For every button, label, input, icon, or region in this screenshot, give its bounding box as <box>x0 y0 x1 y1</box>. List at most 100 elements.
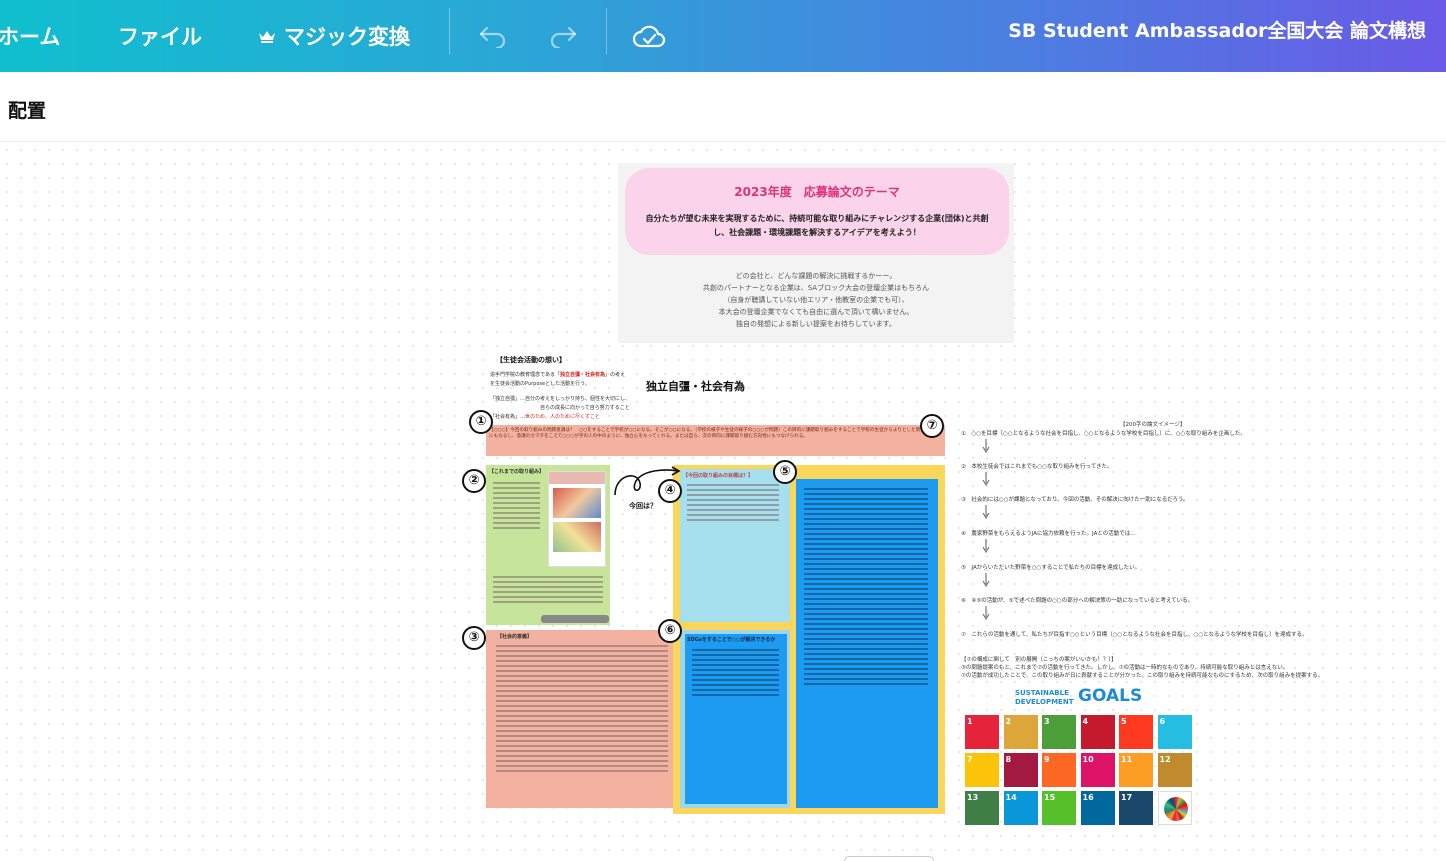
file-menu[interactable]: ファイル <box>118 0 202 72</box>
sdg-logo-line2: DEVELOPMENT <box>1015 698 1074 706</box>
arrange-button[interactable]: 配置 <box>8 96 46 123</box>
definition-red: 世のため、人のために尽くすこと <box>525 414 601 420</box>
secondary-toolbar: 配置 <box>0 72 1446 142</box>
arrow-down-icon <box>982 606 990 620</box>
motto-text: 独立自彊・社会有為 <box>646 380 745 393</box>
outline-step: ① ○○を目標（○○となるような社会を目指し、○○となるような学校を目指し）に、… <box>961 431 1246 437</box>
definition-line: 「独立自彊」…自分の考えをしっかり持ち、個性を大切にし、 <box>490 396 631 402</box>
theme-body-line: 共創のパートナーとなる企業は、SAブロック大会の登壇企業はもちろん <box>702 284 930 292</box>
theme-card[interactable]: 2023年度 応募論文のテーマ 自分たちが望む未来を実現するために、持続可能な取… <box>618 163 1014 343</box>
outline-step: ④ 農家野菜をもらえるようJAに協力依頼を行った。JAとの活動では… <box>961 531 1136 537</box>
poster-photo <box>553 522 601 552</box>
outline-step: ⑦ これらの活動を通して、私たちが目指す○○という目標（○○となるような社会を目… <box>961 632 1308 638</box>
sdg-goal-number: 16 <box>1082 793 1094 802</box>
sdg-goal-tile: 14 <box>1003 791 1038 825</box>
marker-1: ① <box>469 410 493 434</box>
sdg-goal-tile: 13 <box>965 791 999 825</box>
marker-7: ⑦ <box>920 414 944 438</box>
undo-button[interactable] <box>478 0 508 72</box>
magic-switch-label: マジック変換 <box>284 25 410 49</box>
outline-note: ⑤の問題提案のもと、これまで⑦の活動を行ってきた。しかし、⑦の活動は一時的なもの… <box>961 665 1289 671</box>
sdg-goal-tile: 6 <box>1157 715 1192 749</box>
theme-body-line: 本大会の登壇企業でなくても自由に選んで頂いて構いません。 <box>718 308 914 316</box>
theme-body-line: （自身が聴講していない他エリア・他教室の企業でも可）、 <box>723 296 909 304</box>
sdg-goal-number: 11 <box>1121 755 1133 764</box>
sdg-goal-tile: 9 <box>1042 753 1076 787</box>
link-chip[interactable] <box>541 615 609 623</box>
sdg-goal-tile: 10 <box>1080 753 1115 787</box>
theme-body-line: どの会社と、どんな課題の解決に挑戦するかーー。 <box>735 272 897 280</box>
sdg-goal-number: 12 <box>1159 755 1171 764</box>
undo-icon <box>479 26 506 48</box>
intro-line-part: 追手門学院の教育理念である「 <box>490 372 560 378</box>
marker-3: ③ <box>462 626 486 650</box>
sdg-goal-number: 14 <box>1005 793 1017 802</box>
block-social-significance[interactable]: 【社会的意義】 <box>486 630 684 808</box>
block-social-title: 【社会的意義】 <box>497 634 533 640</box>
sdg-goal-number: 17 <box>1121 793 1133 802</box>
outline-step: ② 本校生徒会ではこれまでも○○な取り組みを行ってきた。 <box>961 464 1113 470</box>
text-placeholder <box>489 479 544 532</box>
arrow-down-icon <box>982 439 990 453</box>
outline-step: ③ 社会的には○○が課題となっており、今回の活動、その解決に向けた一助になるだろ… <box>961 497 1189 503</box>
magic-switch-button[interactable]: マジック変換 <box>258 0 410 72</box>
redo-button[interactable] <box>548 0 578 72</box>
sdg-goal-tile: 16 <box>1080 791 1115 825</box>
today-label: 今回は？ <box>629 502 657 510</box>
sdg-goal-number: 1 <box>967 717 973 726</box>
divider <box>606 8 607 54</box>
sdg-goal-number: 13 <box>967 793 979 802</box>
essay-outline-title: 【200字の論文イメージ】 <box>1120 422 1186 428</box>
block-past-activities[interactable]: 【これまでの取り組み】 <box>486 465 610 625</box>
sdg-goal-tile: 8 <box>1003 753 1038 787</box>
marker-6: ⑥ <box>658 619 682 643</box>
sdg-goal-number: 6 <box>1159 717 1166 726</box>
theme-text: 自分たちが望む未来を実現するために、持続可能な取り組みにチャレンジする企業(団体… <box>645 214 989 237</box>
outline-step: ⑥ ④⑤の活動が、⑤で述べた問題の○○の部分への解決策の一助になっていると考えて… <box>961 598 1194 604</box>
document-title[interactable]: SB Student Ambassador全国大会 論文構想 <box>1008 0 1426 58</box>
sdg-goal-tile: 3 <box>1042 715 1076 749</box>
block-problem[interactable]: 【○○○】今回の取り組みの問題意識は？ ○○をすることで学校が○○になる。そこが… <box>486 425 945 456</box>
sdg-goal-number: 3 <box>1044 717 1050 726</box>
sdg-goal-tile: 17 <box>1119 791 1153 825</box>
text-placeholder <box>683 481 783 524</box>
arrow-down-icon <box>982 539 990 553</box>
top-toolbar: ホーム ファイル マジック変換 SB Student Ambassador全国大… <box>0 0 1446 72</box>
design-canvas[interactable]: 2023年度 応募論文のテーマ 自分たちが望む未来を実現するために、持続可能な取… <box>0 143 1446 861</box>
definition-line: 自らの成長に向かって自ら努力すること <box>540 405 630 411</box>
poster-image <box>548 471 606 567</box>
sdg-goal-tile: 7 <box>965 753 999 787</box>
text-placeholder <box>489 573 607 606</box>
intro-line-part: 」の考え <box>604 372 625 378</box>
sdg-goal-tile: 5 <box>1119 715 1153 749</box>
sdg-goal-tile <box>1157 791 1192 825</box>
block-plan[interactable] <box>796 479 938 808</box>
sdg-goal-number: 9 <box>1044 755 1050 764</box>
block-sdg-solve[interactable]: SDGsをすることで○○が解決できるか <box>685 634 787 804</box>
marker-2: ② <box>462 469 486 493</box>
sdg-goal-number: 2 <box>1005 717 1012 726</box>
sdg-logo-goals: GOALS <box>1078 686 1143 706</box>
redo-icon <box>550 26 577 48</box>
block-goal[interactable]: 【今回の取り組みの目標は？】 <box>680 469 790 622</box>
canvas-scroll-handle[interactable] <box>844 856 934 861</box>
sdg-goal-tile: 11 <box>1119 753 1153 787</box>
home-menu[interactable]: ホーム <box>0 0 60 72</box>
text-placeholder <box>492 642 672 775</box>
intro-line-red: 独立自彊・社会有為 <box>559 372 605 378</box>
text-placeholder <box>688 646 783 699</box>
intro-line: 追手門学院の教育理念である「独立自彊・社会有為」の考え <box>490 371 670 378</box>
sdg-goal-tile: 4 <box>1080 715 1115 749</box>
sdg-goal-number: 7 <box>967 755 973 764</box>
sdg-goal-number: 8 <box>1005 755 1012 764</box>
sdg-goal-tile: 15 <box>1042 791 1076 825</box>
theme-pill: 2023年度 応募論文のテーマ 自分たちが望む未来を実現するために、持続可能な取… <box>625 168 1009 255</box>
save-status-button[interactable] <box>632 0 666 72</box>
block-sdg-title: SDGsをすることで○○が解決できるか <box>687 637 776 643</box>
outline-note: ⑦の活動が成功したことで、この取り組みが日に貢献することが分かった。この取り組み… <box>961 673 1324 679</box>
arrow-down-icon <box>982 505 990 519</box>
sdg-goal-number: 10 <box>1082 755 1094 764</box>
block-problem-text: 【○○○】今回の取り組みの問題意識は？ ○○をすることで学校が○○になる。そこが… <box>489 428 939 439</box>
arrow-down-icon <box>982 573 990 587</box>
block-goal-title: 【今回の取り組みの目標は？】 <box>683 473 754 479</box>
